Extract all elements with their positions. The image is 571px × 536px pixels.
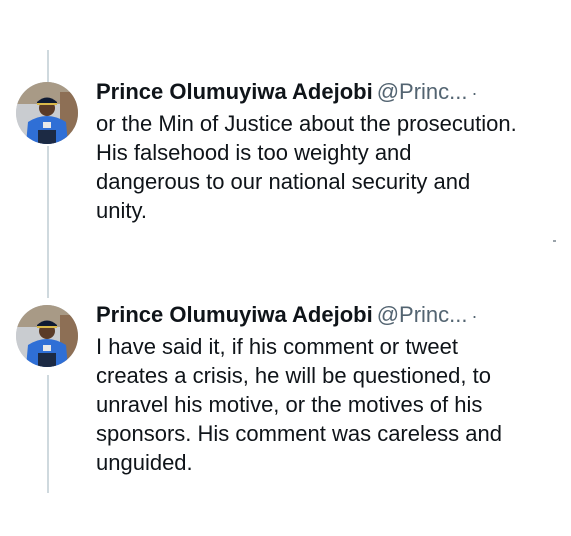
avatar-police-officer-icon[interactable] (16, 82, 78, 144)
tweet-header: Prince Olumuyiwa Adejobi @Princ... · (96, 301, 477, 330)
separator-dot: · (471, 83, 478, 103)
separator-dot: · (471, 306, 478, 326)
avatar-police-officer-icon[interactable] (16, 305, 78, 367)
author-name[interactable]: Prince Olumuyiwa Adejobi (96, 79, 373, 104)
author-name[interactable]: Prince Olumuyiwa Adejobi (96, 302, 373, 327)
tweet-header: Prince Olumuyiwa Adejobi @Princ... · (96, 78, 477, 107)
tweet-text: or the Min of Justice about the prosecut… (96, 111, 517, 223)
tweet-2[interactable]: Prince Olumuyiwa Adejobi @Princ... · I hav… (0, 280, 571, 536)
tweet-1[interactable]: Prince Olumuyiwa Adejobi @Princ... · or th… (0, 0, 571, 280)
author-handle[interactable]: @Princ... (377, 79, 468, 104)
tweet-text: I have said it, if his comment or tweet … (96, 334, 502, 475)
police-officer-icon (16, 82, 78, 144)
speck-artifact (553, 240, 556, 242)
author-handle[interactable]: @Princ... (377, 302, 468, 327)
police-officer-icon (16, 305, 78, 367)
